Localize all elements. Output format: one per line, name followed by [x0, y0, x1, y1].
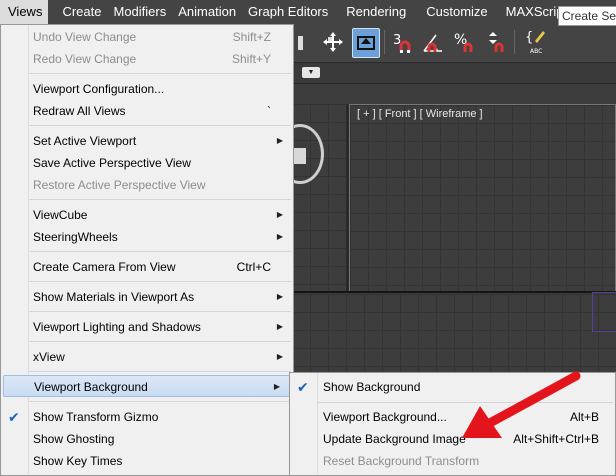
viewport-front[interactable]: [349, 104, 616, 292]
submenu-arrow-icon: ▶: [276, 352, 283, 361]
menu-item-undo-view-change[interactable]: Undo View Change Shift+Z: [1, 26, 293, 48]
submenu-arrow-icon: ▶: [276, 322, 283, 331]
percent-snap-icon[interactable]: %: [452, 28, 478, 56]
menu-item-viewport-lighting-and-shadows[interactable]: Viewport Lighting and Shadows ▶: [1, 316, 293, 338]
views-menu: Undo View Change Shift+Z Redo View Chang…: [0, 24, 294, 476]
menu-separator: [29, 311, 291, 312]
menu-rendering[interactable]: Rendering: [340, 0, 412, 24]
menu-create[interactable]: Create: [56, 0, 107, 24]
submenu-arrow-icon: ▶: [276, 232, 283, 241]
spinner-snap-icon[interactable]: [482, 28, 508, 56]
named-selection-input[interactable]: Create Sele: [558, 6, 616, 26]
menu-separator: [29, 199, 291, 200]
checkmark-icon: ✔: [297, 379, 309, 395]
svg-text:ABC: ABC: [530, 48, 542, 55]
redo-icon[interactable]: [294, 28, 308, 56]
menu-bar: Views Create Modifiers Animation Graph E…: [0, 0, 616, 24]
menu-separator: [29, 125, 291, 126]
menu-separator: [29, 401, 291, 402]
menu-separator: [29, 371, 291, 372]
select-window-icon[interactable]: [352, 28, 380, 58]
menu-animation[interactable]: Animation: [172, 0, 242, 24]
menu-item-reset-background-transform[interactable]: Reset Background Transform: [290, 450, 615, 472]
menu-item-redo-view-change[interactable]: Redo View Change Shift+Y: [1, 48, 293, 70]
checkmark-icon: ✔: [8, 409, 20, 425]
menu-item-redraw-all-views[interactable]: Redraw All Views `: [1, 100, 293, 122]
selected-object-outline: [592, 292, 616, 332]
chevron-down-icon[interactable]: ▼: [302, 67, 320, 78]
menu-item-show-key-times[interactable]: Show Key Times: [1, 450, 293, 472]
menu-item-save-active-perspective-view[interactable]: Save Active Perspective View: [1, 152, 293, 174]
menu-separator: [29, 251, 291, 252]
menu-item-restore-active-perspective-view[interactable]: Restore Active Perspective View: [1, 174, 293, 196]
submenu-arrow-icon: ▶: [273, 382, 280, 391]
menu-separator: [29, 281, 291, 282]
snap-3-icon[interactable]: 3: [390, 28, 416, 56]
menu-graph-editors[interactable]: Graph Editors: [242, 0, 334, 24]
menu-item-steeringwheels[interactable]: SteeringWheels ▶: [1, 226, 293, 248]
edit-named-selection-icon[interactable]: { ABC: [524, 28, 550, 56]
menu-customize[interactable]: Customize: [420, 0, 493, 24]
menu-modifiers[interactable]: Modifiers: [107, 0, 172, 24]
menu-item-set-active-viewport[interactable]: Set Active Viewport ▶: [1, 130, 293, 152]
move-icon[interactable]: [320, 28, 346, 56]
menu-item-viewport-configuration[interactable]: Viewport Configuration...: [1, 78, 293, 100]
submenu-arrow-icon: ▶: [276, 292, 283, 301]
secondary-toolbar: ▼: [292, 63, 616, 84]
svg-text:{: {: [525, 30, 533, 45]
viewcube-face[interactable]: [294, 148, 306, 164]
submenu-arrow-icon: ▶: [276, 210, 283, 219]
main-toolbar: 3 % { ABC: [292, 24, 616, 63]
menu-views[interactable]: Views: [0, 0, 49, 24]
menu-item-show-transform-gizmo[interactable]: ✔ Show Transform Gizmo: [1, 406, 293, 428]
menu-separator: [29, 73, 291, 74]
menu-item-show-ghosting[interactable]: Show Ghosting: [1, 428, 293, 450]
toolbar-separator: [384, 30, 385, 54]
viewport-splitter[interactable]: [292, 291, 616, 293]
menu-item-viewcube[interactable]: ViewCube ▶: [1, 204, 293, 226]
menu-item-create-camera-from-view[interactable]: Create Camera From View Ctrl+C: [1, 256, 293, 278]
annotation-arrow-icon: [462, 371, 581, 438]
menu-item-xview[interactable]: xView ▶: [1, 346, 293, 368]
angle-snap-icon[interactable]: [420, 28, 446, 56]
submenu-arrow-icon: ▶: [276, 136, 283, 145]
menu-item-show-materials-in-viewport-as[interactable]: Show Materials in Viewport As ▶: [1, 286, 293, 308]
menu-separator: [29, 341, 291, 342]
menu-item-viewport-background[interactable]: Viewport Background ▶: [3, 375, 291, 397]
viewport-front-label[interactable]: [ + ] [ Front ] [ Wireframe ]: [357, 108, 483, 120]
toolbar-separator: [514, 30, 515, 54]
